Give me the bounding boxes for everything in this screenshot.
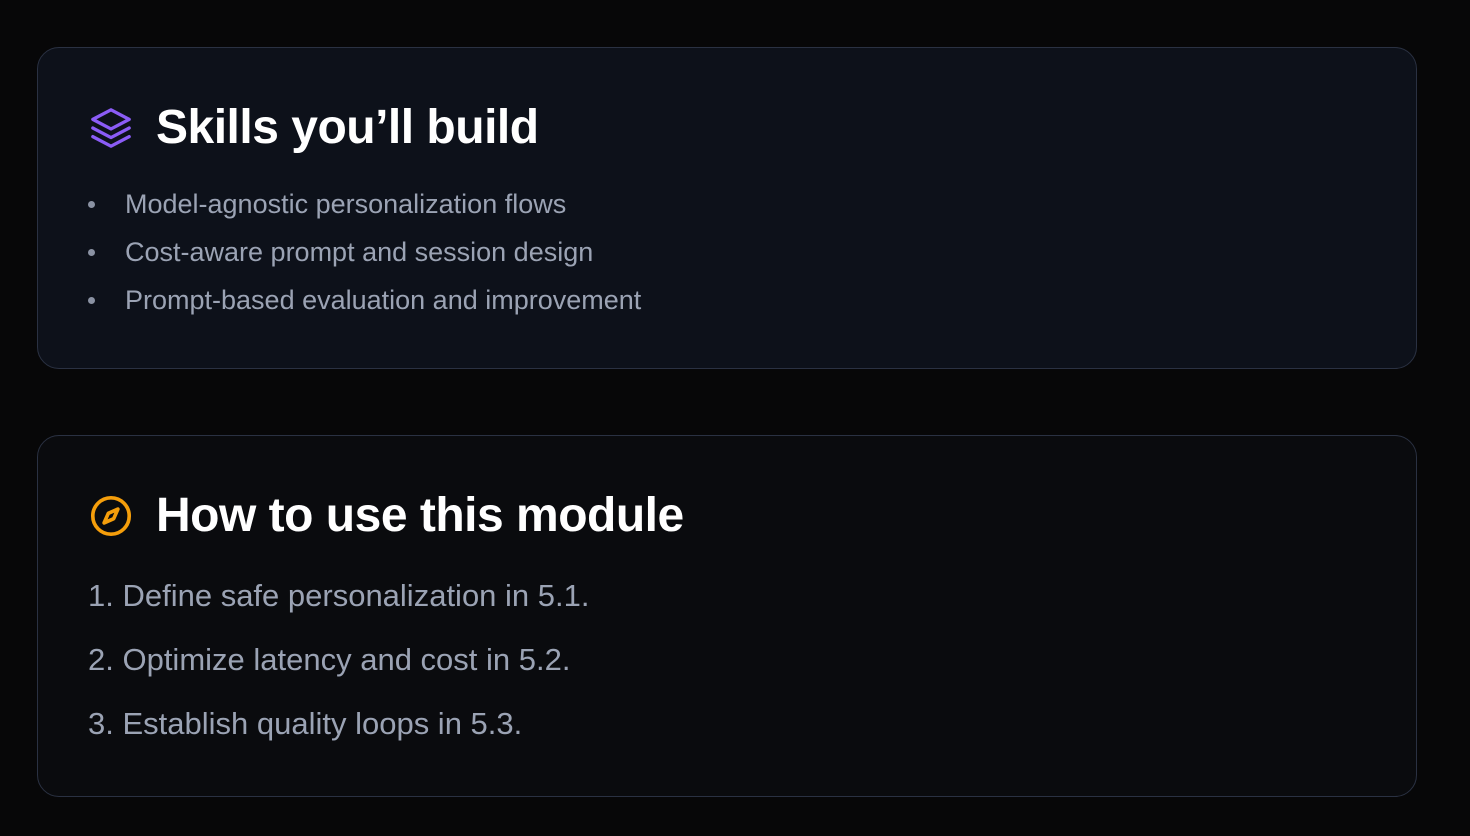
list-item-text: Cost-aware prompt and session design [125, 237, 594, 267]
skills-card-title: Skills you’ll build [156, 101, 539, 154]
steps-list: 1. Define safe personalization in 5.1. 2… [88, 574, 589, 766]
skills-list: Model-agnostic personalization flows Cos… [88, 184, 641, 328]
list-item-text: Prompt-based evaluation and improvement [125, 285, 642, 315]
bullet-dot [88, 297, 95, 304]
skills-card-header: Skills you’ll build [88, 100, 539, 156]
how-to-use-card-title: How to use this module [156, 489, 684, 542]
list-item: Cost-aware prompt and session design [88, 232, 641, 280]
list-item-text: Model-agnostic personalization flows [125, 189, 567, 219]
list-item: Model-agnostic personalization flows [88, 184, 641, 232]
skills-card: Skills you’ll build Model-agnostic perso… [37, 47, 1417, 369]
compass-icon [88, 493, 134, 539]
bullet-dot [88, 201, 95, 208]
list-item: 3. Establish quality loops in 5.3. [88, 706, 523, 741]
bullet-dot [88, 249, 95, 256]
how-to-use-card: How to use this module 1. Define safe pe… [37, 435, 1417, 797]
list-item: Prompt-based evaluation and improvement [88, 280, 641, 328]
how-to-use-card-header: How to use this module [88, 488, 684, 544]
layers-icon [88, 105, 134, 151]
list-item: 1. Define safe personalization in 5.1. [88, 578, 590, 613]
list-item: 2. Optimize latency and cost in 5.2. [88, 642, 571, 677]
